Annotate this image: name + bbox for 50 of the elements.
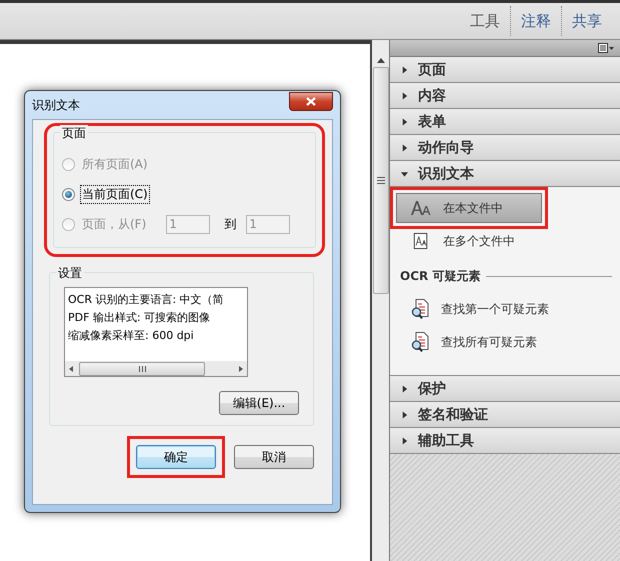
scrollbar[interactable] xyxy=(370,40,389,561)
scroll-thumb[interactable] xyxy=(79,362,205,376)
find-document-icon xyxy=(411,332,429,352)
settings-line: PDF 输出样式: 可搜索的图像 xyxy=(68,310,212,326)
tool-item[interactable]: 查找所有可疑元素 xyxy=(396,328,612,356)
expand-icon xyxy=(401,66,408,74)
expand-icon xyxy=(401,144,408,152)
font-icon xyxy=(411,200,431,216)
expand-icon xyxy=(401,410,408,418)
section-header[interactable]: 表单 xyxy=(390,109,620,135)
dialog-button[interactable]: 确定 xyxy=(136,445,216,469)
tool-item[interactable]: 查找第一个可疑元素 xyxy=(396,295,612,323)
section-header[interactable]: 保护 xyxy=(390,376,620,402)
radio-button[interactable] xyxy=(62,188,75,200)
group-heading: OCR 可疑元素 xyxy=(400,268,480,285)
expand-icon xyxy=(401,384,408,392)
tool-item[interactable]: 在多个文件中 xyxy=(396,226,612,256)
find-document-icon xyxy=(411,299,429,319)
section-header[interactable]: 内容 xyxy=(390,83,620,109)
group-title: 页面 xyxy=(60,125,88,142)
toolbar-tab[interactable]: 工具 xyxy=(460,12,510,30)
grip-icon xyxy=(138,366,146,372)
grip-icon xyxy=(376,177,384,184)
settings-line: 缩减像素采样至: 600 dpi xyxy=(68,328,195,344)
section-header[interactable]: 页面 xyxy=(390,57,620,83)
expand-icon xyxy=(401,92,408,100)
edit-button[interactable]: 编辑(E)... xyxy=(219,391,299,415)
settings-line: OCR 识别的主要语言: 中文（简 xyxy=(68,292,225,308)
expand-icon xyxy=(401,436,408,444)
scroll-right-icon[interactable] xyxy=(239,366,243,372)
dialog-button[interactable]: 取消 xyxy=(234,445,314,469)
scroll-thumb[interactable] xyxy=(372,67,388,294)
close-button[interactable] xyxy=(289,92,333,110)
options-menu-icon[interactable] xyxy=(598,43,614,53)
radio-label[interactable]: 当前页面(C) xyxy=(80,184,150,204)
section-header[interactable]: 识别文本 xyxy=(390,161,620,187)
section-header[interactable]: 辅助工具 xyxy=(390,428,620,454)
toolbar-tab[interactable]: 注释 xyxy=(511,12,561,30)
section-header[interactable]: 动作向导 xyxy=(390,135,620,161)
scroll-left-icon[interactable] xyxy=(69,366,73,372)
dialog-title: 识别文本 xyxy=(32,96,80,114)
to-label: 到 xyxy=(224,216,236,232)
collapse-icon xyxy=(401,170,408,178)
expand-icon xyxy=(401,118,408,126)
toolbar-tab[interactable]: 共享 xyxy=(562,12,612,30)
settings-text-box[interactable]: OCR 识别的主要语言: 中文（简 PDF 输出样式: 可搜索的图像 缩减像素采样至: 600 dpi xyxy=(64,287,248,377)
scroll-up-icon[interactable] xyxy=(376,58,384,63)
section-header[interactable]: 签名和验证 xyxy=(390,402,620,428)
close-icon xyxy=(306,96,316,106)
horizontal-scrollbar[interactable] xyxy=(65,361,247,376)
